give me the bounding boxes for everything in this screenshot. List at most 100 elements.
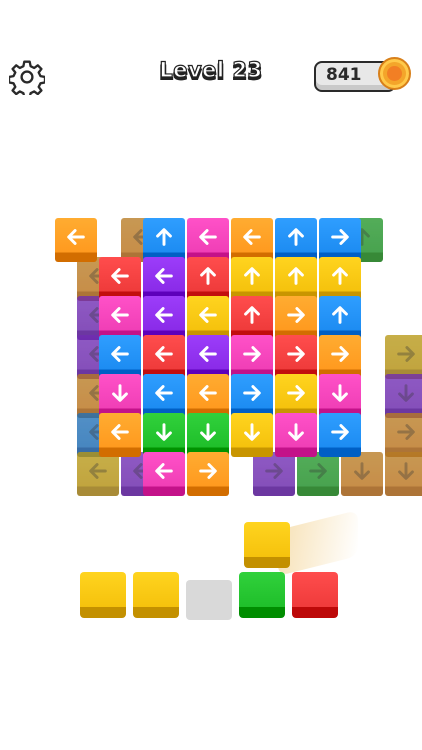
arrow-left-icon — [155, 346, 173, 362]
flying-tile — [244, 522, 290, 568]
arrow-tile-pink-down[interactable] — [99, 374, 141, 418]
arrow-tile-orange-left[interactable] — [55, 218, 97, 262]
arrow-tile-yellow-left — [77, 452, 119, 496]
arrow-tile-yellow-right[interactable] — [275, 374, 317, 418]
arrow-tile-blue-left[interactable] — [99, 335, 141, 379]
arrow-left-icon — [155, 268, 173, 284]
arrow-left-icon — [199, 307, 217, 323]
arrow-left-icon — [67, 229, 85, 245]
arrow-tile-blue-right[interactable] — [319, 218, 361, 262]
arrow-right-icon — [309, 463, 327, 479]
arrow-down-icon — [332, 384, 348, 402]
arrow-tile-pink-left[interactable] — [187, 218, 229, 262]
arrow-left-icon — [111, 268, 129, 284]
arrow-tile-red-right[interactable] — [275, 335, 317, 379]
arrow-down-icon — [112, 384, 128, 402]
arrow-right-icon — [397, 346, 415, 362]
motion-trail — [278, 510, 358, 576]
arrow-tile-green-down[interactable] — [187, 413, 229, 457]
arrow-down-icon — [244, 423, 260, 441]
arrow-left-icon — [155, 385, 173, 401]
arrow-tile-orange-down — [385, 452, 422, 496]
tray-tile-yellow — [80, 572, 126, 618]
arrow-right-icon — [331, 424, 349, 440]
tray-tile-green — [239, 572, 285, 618]
arrow-tile-pink-right[interactable] — [231, 335, 273, 379]
arrow-up-icon — [332, 306, 348, 324]
arrow-right-icon — [331, 229, 349, 245]
arrow-up-icon — [244, 306, 260, 324]
arrow-tile-yellow-right — [385, 335, 422, 379]
arrow-tile-orange-left[interactable] — [99, 413, 141, 457]
arrow-tile-yellow-up[interactable] — [319, 257, 361, 301]
arrow-left-icon — [111, 346, 129, 362]
arrow-left-icon — [111, 307, 129, 323]
arrow-tile-green-down[interactable] — [143, 413, 185, 457]
top-bar: Level 23 841 — [0, 0, 422, 150]
tray-slot-empty — [186, 580, 232, 620]
arrow-right-icon — [397, 424, 415, 440]
arrow-up-icon — [332, 267, 348, 285]
arrow-tile-blue-up[interactable] — [275, 218, 317, 262]
arrow-tile-red-up[interactable] — [231, 296, 273, 340]
arrow-tile-pink-down[interactable] — [275, 413, 317, 457]
arrow-left-icon — [89, 463, 107, 479]
arrow-tile-purple-left[interactable] — [143, 257, 185, 301]
arrow-right-icon — [287, 307, 305, 323]
arrow-down-icon — [354, 462, 370, 480]
arrow-tile-orange-right[interactable] — [187, 452, 229, 496]
arrow-left-icon — [111, 424, 129, 440]
arrow-tile-pink-left[interactable] — [143, 452, 185, 496]
arrow-left-icon — [243, 229, 261, 245]
puzzle-board — [55, 218, 422, 500]
tray-tile-yellow — [133, 572, 179, 618]
arrow-tile-red-left[interactable] — [143, 335, 185, 379]
tile-tray — [80, 572, 342, 622]
arrow-tile-orange-right[interactable] — [275, 296, 317, 340]
arrow-down-icon — [288, 423, 304, 441]
arrow-tile-blue-right[interactable] — [231, 374, 273, 418]
arrow-left-icon — [155, 307, 173, 323]
arrow-tile-orange-right — [385, 413, 422, 457]
arrow-up-icon — [288, 228, 304, 246]
arrow-tile-orange-left[interactable] — [187, 374, 229, 418]
coin-count: 841 — [326, 65, 362, 85]
arrow-tile-purple-left[interactable] — [143, 296, 185, 340]
arrow-left-icon — [199, 229, 217, 245]
arrow-up-icon — [288, 267, 304, 285]
arrow-tile-yellow-up[interactable] — [231, 257, 273, 301]
arrow-right-icon — [331, 346, 349, 362]
arrow-tile-purple-left[interactable] — [187, 335, 229, 379]
arrow-right-icon — [287, 346, 305, 362]
arrow-tile-pink-left[interactable] — [99, 296, 141, 340]
arrow-tile-red-up[interactable] — [187, 257, 229, 301]
arrow-left-icon — [199, 346, 217, 362]
arrow-down-icon — [398, 384, 414, 402]
arrow-up-icon — [156, 228, 172, 246]
arrow-left-icon — [199, 385, 217, 401]
tray-tile-red — [292, 572, 338, 618]
arrow-right-icon — [287, 385, 305, 401]
arrow-down-icon — [200, 423, 216, 441]
arrow-tile-blue-right[interactable] — [319, 413, 361, 457]
arrow-tile-yellow-down[interactable] — [231, 413, 273, 457]
arrow-right-icon — [265, 463, 283, 479]
arrow-left-icon — [155, 463, 173, 479]
arrow-tile-pink-down[interactable] — [319, 374, 361, 418]
arrow-tile-blue-up[interactable] — [319, 296, 361, 340]
arrow-tile-green-right — [297, 452, 339, 496]
arrow-tile-purple-down — [385, 374, 422, 418]
arrow-tile-blue-up[interactable] — [143, 218, 185, 262]
coin-icon — [378, 57, 411, 90]
arrow-tile-yellow-up[interactable] — [275, 257, 317, 301]
arrow-tile-orange-right[interactable] — [319, 335, 361, 379]
arrow-tile-blue-left[interactable] — [143, 374, 185, 418]
arrow-down-icon — [398, 462, 414, 480]
arrow-tile-orange-left[interactable] — [231, 218, 273, 262]
arrow-up-icon — [200, 267, 216, 285]
arrow-tile-yellow-left[interactable] — [187, 296, 229, 340]
arrow-tile-orange-down — [341, 452, 383, 496]
arrow-right-icon — [199, 463, 217, 479]
arrow-up-icon — [244, 267, 260, 285]
arrow-tile-red-left[interactable] — [99, 257, 141, 301]
